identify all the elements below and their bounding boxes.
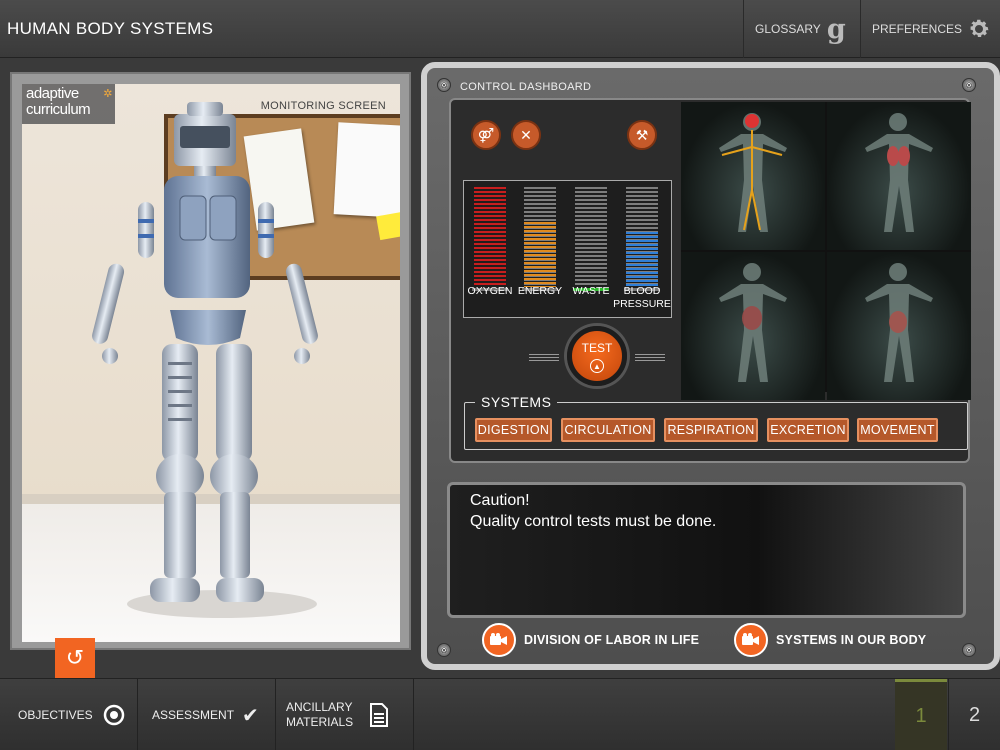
app-title: HUMAN BODY SYSTEMS	[7, 19, 214, 38]
test-control: TEST ▲	[529, 326, 665, 390]
test-label: TEST	[581, 341, 613, 355]
test-decor-left	[529, 354, 559, 362]
ancillary-materials-button[interactable]: ANCILLARY MATERIALS	[276, 679, 414, 750]
waste-gauge	[573, 187, 609, 291]
ancillary-label-line1: ANCILLARY	[286, 700, 353, 714]
bottom-bar: OBJECTIVES ASSESSMENT ✔ ANCILLARY MATERI…	[0, 678, 1000, 750]
logo-line-2: curriculum	[26, 101, 91, 118]
screw-icon: ⊗	[962, 643, 976, 657]
control-dashboard: ⊗ ⊗ ⊗ ⊗ CONTROL DASHBOARD ⚤ ✕ ⚒ OXYGEN E…	[421, 62, 1000, 670]
energy-gauge	[522, 187, 558, 291]
message-body: Quality control tests must be done.	[470, 513, 717, 530]
page-1-button[interactable]: 1	[895, 679, 947, 750]
video-camera-icon	[734, 623, 768, 657]
body-scan-circulatory	[681, 252, 825, 400]
monitoring-screen: MONITORING SCREEN adaptive curriculum ✲	[22, 84, 400, 642]
document-icon	[370, 703, 389, 727]
screw-icon: ⊗	[437, 78, 451, 92]
body-figure-icon	[865, 263, 933, 382]
top-bar: HUMAN BODY SYSTEMS GLOSSARY g PREFERENCE…	[0, 0, 1000, 58]
up-arrow-icon: ▲	[590, 359, 604, 373]
dashboard-inner: ⚤ ✕ ⚒ OXYGEN ENERGY WASTE BLOOD PRESSURE…	[449, 98, 971, 463]
logo-sparkle-icon: ✲	[103, 88, 112, 100]
dashboard-title: CONTROL DASHBOARD	[460, 81, 592, 93]
blood-pressure-gauge-level	[626, 232, 658, 287]
movement-button[interactable]: MOVEMENT	[857, 418, 938, 442]
body-figure-icon	[719, 263, 787, 382]
body-scan-respiratory	[827, 102, 971, 250]
page-2-button[interactable]: 2	[948, 679, 1000, 750]
respiration-button[interactable]: RESPIRATION	[664, 418, 758, 442]
ancillary-label: ANCILLARY MATERIALS	[286, 700, 353, 730]
objectives-label: OBJECTIVES	[18, 708, 93, 722]
oxygen-gauge-level	[474, 187, 506, 287]
preferences-label: PREFERENCES	[872, 22, 963, 36]
oxygen-gauge	[472, 187, 508, 291]
glossary-button[interactable]: GLOSSARY g	[743, 0, 860, 58]
body-scan-nervous	[681, 102, 825, 250]
adaptive-curriculum-logo: adaptive curriculum ✲	[22, 84, 115, 124]
video-division-of-labor-label: DIVISION OF LABOR IN LIFE	[524, 633, 700, 647]
systems-label: SYSTEMS	[475, 394, 558, 410]
digestion-button[interactable]: DIGESTION	[475, 418, 552, 442]
body-figure-icon	[865, 113, 933, 232]
assessment-label: ASSESSMENT	[152, 708, 235, 722]
body-scan-grid	[681, 102, 971, 400]
message-heading: Caution!	[470, 492, 530, 509]
blood-pressure-gauge	[624, 187, 660, 291]
robot-illustration	[92, 102, 318, 618]
test-button[interactable]: TEST ▲	[567, 326, 627, 386]
video-systems-in-body[interactable]: SYSTEMS IN OUR BODY	[734, 623, 926, 657]
video-division-of-labor[interactable]: DIVISION OF LABOR IN LIFE	[482, 623, 699, 657]
gear-icon	[970, 19, 989, 37]
preferences-button[interactable]: PREFERENCES	[860, 0, 1000, 58]
target-icon	[103, 704, 124, 726]
reset-button[interactable]: ↺	[55, 638, 95, 678]
screw-icon: ⊗	[962, 78, 976, 92]
video-systems-in-body-label: SYSTEMS IN OUR BODY	[776, 633, 927, 647]
screw-icon: ⊗	[437, 643, 451, 657]
glossary-g-icon: g	[826, 13, 846, 45]
ancillary-label-line2: MATERIALS	[286, 715, 354, 729]
checkmark-icon: ✔	[242, 704, 259, 727]
tools-icon[interactable]: ⚒	[627, 120, 657, 150]
video-camera-icon	[482, 623, 516, 657]
reset-icon: ↺	[65, 645, 85, 670]
message-display: Caution! Quality control tests must be d…	[447, 482, 966, 618]
assessment-button[interactable]: ASSESSMENT ✔	[138, 679, 276, 750]
energy-gauge-level	[524, 222, 556, 287]
systems-panel: SYSTEMS DIGESTION CIRCULATION RESPIRATIO…	[464, 394, 968, 450]
glossary-label: GLOSSARY	[755, 22, 821, 36]
monitoring-panel: MONITORING SCREEN adaptive curriculum ✲	[10, 72, 411, 650]
circulation-button[interactable]: CIRCULATION	[561, 418, 655, 442]
fork-knife-icon[interactable]: ✕	[511, 120, 541, 150]
body-figure-icon	[719, 113, 787, 232]
body-scan-digestive	[827, 252, 971, 400]
male-female-icon[interactable]: ⚤	[471, 120, 501, 150]
test-decor-right	[635, 354, 665, 362]
logo-line-1: adaptive	[26, 85, 79, 102]
excretion-button[interactable]: EXCRETION	[767, 418, 849, 442]
blood-pressure-label: BLOOD PRESSURE	[613, 285, 671, 310]
objectives-button[interactable]: OBJECTIVES	[0, 679, 138, 750]
gauge-panel: OXYGEN ENERGY WASTE BLOOD PRESSURE	[463, 180, 672, 318]
